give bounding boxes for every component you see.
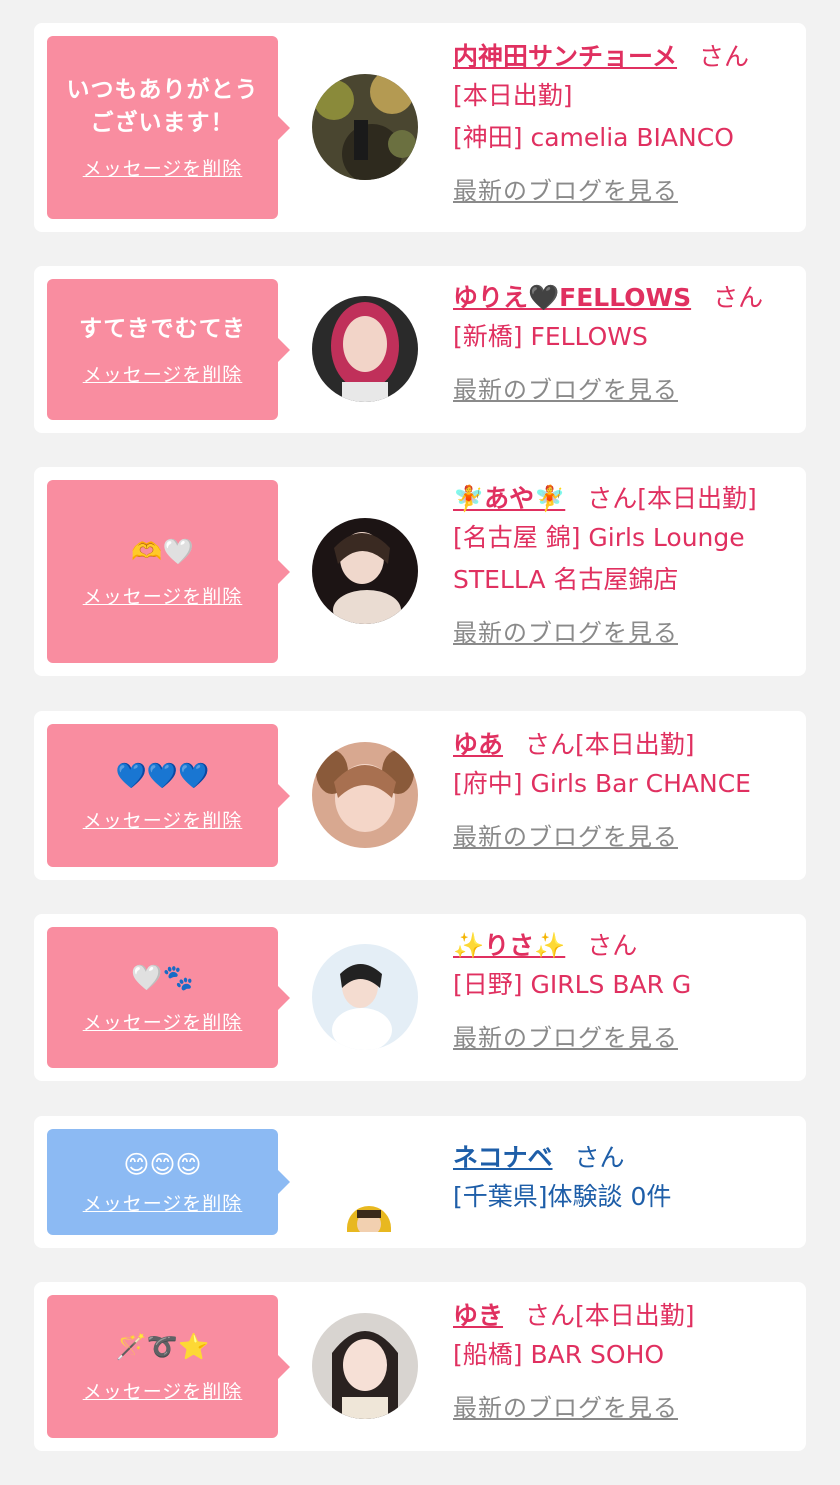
latest-blog-link[interactable]: 最新のブログを見る: [453, 1388, 678, 1423]
avatar[interactable]: [312, 1313, 418, 1419]
avatar[interactable]: [312, 944, 418, 1050]
cast-info: ゆき さん[本日出勤] [船橋] BAR SOHO 最新のブログを見る: [453, 1298, 792, 1423]
cast-name-link[interactable]: 🧚あや🧚: [453, 484, 565, 513]
honorific: さん: [699, 42, 750, 71]
shop-line: [日野] GIRLS BAR G: [453, 970, 692, 999]
honorific: さん[本日出勤]: [525, 730, 695, 759]
shop-line: [府中] Girls Bar CHANCE: [453, 769, 751, 798]
shop-line: [船橋] BAR SOHO: [453, 1340, 665, 1369]
avatar[interactable]: [312, 296, 418, 402]
delete-message-link[interactable]: メッセージを削除: [83, 154, 243, 181]
delete-message-link[interactable]: メッセージを削除: [83, 1189, 243, 1216]
status-line: [本日出勤]: [453, 81, 573, 110]
cast-info: ✨りさ✨ さん [日野] GIRLS BAR G 最新のブログを見る: [453, 928, 792, 1053]
cast-name-link[interactable]: ✨りさ✨: [453, 931, 565, 960]
message-bubble: 💙💙💙 メッセージを削除: [47, 724, 290, 867]
message-bubble: 🫶🤍 メッセージを削除: [47, 480, 290, 663]
latest-blog-link[interactable]: 最新のブログを見る: [453, 370, 678, 405]
message-bubble: 🪄➰⭐ メッセージを削除: [47, 1295, 290, 1438]
review-count-line: [千葉県]体験談 0件: [453, 1182, 672, 1211]
message-text: すてきでむてき: [79, 315, 246, 342]
message-card: 🫶🤍 メッセージを削除 🧚あや🧚 さん[本日出勤] [名古屋 錦] Girls L…: [34, 467, 806, 676]
latest-blog-link[interactable]: 最新のブログを見る: [453, 1018, 678, 1053]
message-card: 😊😊😊 メッセージを削除 ネコナベ さん [千葉県]体験談 0件: [34, 1116, 806, 1248]
cast-name-link[interactable]: ゆりえ🖤FELLOWS: [453, 283, 691, 312]
honorific: さん: [587, 931, 638, 960]
avatar[interactable]: [347, 1206, 391, 1232]
shop-line: [名古屋 錦] Girls Lounge: [453, 523, 745, 552]
honorific: さん[本日出勤]: [587, 484, 757, 513]
latest-blog-link[interactable]: 最新のブログを見る: [453, 613, 678, 648]
cast-name-link[interactable]: ゆき: [453, 1301, 503, 1330]
cast-name-link[interactable]: ゆあ: [453, 730, 503, 759]
message-text: 🫶🤍: [131, 536, 194, 566]
honorific: さん[本日出勤]: [525, 1301, 695, 1330]
cast-name-link[interactable]: 内神田サンチョーメ: [453, 42, 677, 71]
message-bubble: 🤍🐾 メッセージを削除: [47, 927, 290, 1068]
avatar[interactable]: [312, 74, 418, 180]
message-bubble: いつもありがとう ございます！ メッセージを削除: [47, 36, 290, 219]
honorific: さん: [574, 1143, 625, 1172]
delete-message-link[interactable]: メッセージを削除: [83, 806, 243, 833]
cast-info: ゆりえ🖤FELLOWS さん [新橋] FELLOWS 最新のブログを見る: [453, 280, 792, 405]
message-text: いつもありがとう ございます！: [66, 77, 259, 136]
cast-info: ゆあ さん[本日出勤] [府中] Girls Bar CHANCE 最新のブログを…: [453, 727, 792, 852]
user-name-link[interactable]: ネコナベ: [453, 1143, 553, 1172]
message-bubble: すてきでむてき メッセージを削除: [47, 279, 290, 420]
message-card: 🪄➰⭐ メッセージを削除 ゆき さん[本日出勤] [船橋] BAR SOHO 最新…: [34, 1282, 806, 1451]
avatar[interactable]: [312, 518, 418, 624]
delete-message-link[interactable]: メッセージを削除: [83, 360, 243, 387]
delete-message-link[interactable]: メッセージを削除: [83, 1377, 243, 1404]
cast-info: 🧚あや🧚 さん[本日出勤] [名古屋 錦] Girls Lounge STELLA…: [453, 481, 792, 648]
message-text: 🤍🐾: [131, 962, 194, 992]
avatar[interactable]: [312, 742, 418, 848]
delete-message-link[interactable]: メッセージを削除: [83, 1008, 243, 1035]
message-card: いつもありがとう ございます！ メッセージを削除 内神田サンチョーメ さん [本日…: [34, 23, 806, 232]
latest-blog-link[interactable]: 最新のブログを見る: [453, 171, 678, 206]
message-text: 🪄➰⭐: [115, 1331, 210, 1361]
message-bubble: 😊😊😊 メッセージを削除: [47, 1129, 290, 1235]
message-card: 💙💙💙 メッセージを削除 ゆあ さん[本日出勤] [府中] Girls Bar C…: [34, 711, 806, 880]
message-card: 🤍🐾 メッセージを削除 ✨りさ✨ さん [日野] GIRLS BAR G 最新のブ…: [34, 914, 806, 1081]
message-text: 💙💙💙: [115, 760, 210, 790]
honorific: さん: [713, 283, 764, 312]
cast-info: 内神田サンチョーメ さん [本日出勤] [神田] camelia BIANCO 最…: [453, 39, 792, 206]
delete-message-link[interactable]: メッセージを削除: [83, 582, 243, 609]
shop-line: [神田] camelia BIANCO: [453, 123, 734, 152]
latest-blog-link[interactable]: 最新のブログを見る: [453, 817, 678, 852]
message-text: 😊😊😊: [123, 1150, 202, 1179]
shop-line: [新橋] FELLOWS: [453, 322, 648, 351]
shop-line-2: STELLA 名古屋錦店: [453, 565, 679, 594]
message-card: すてきでむてき メッセージを削除 ゆりえ🖤FELLOWS さん [新橋] FELL…: [34, 266, 806, 433]
user-info: ネコナベ さん [千葉県]体験談 0件: [453, 1140, 792, 1218]
